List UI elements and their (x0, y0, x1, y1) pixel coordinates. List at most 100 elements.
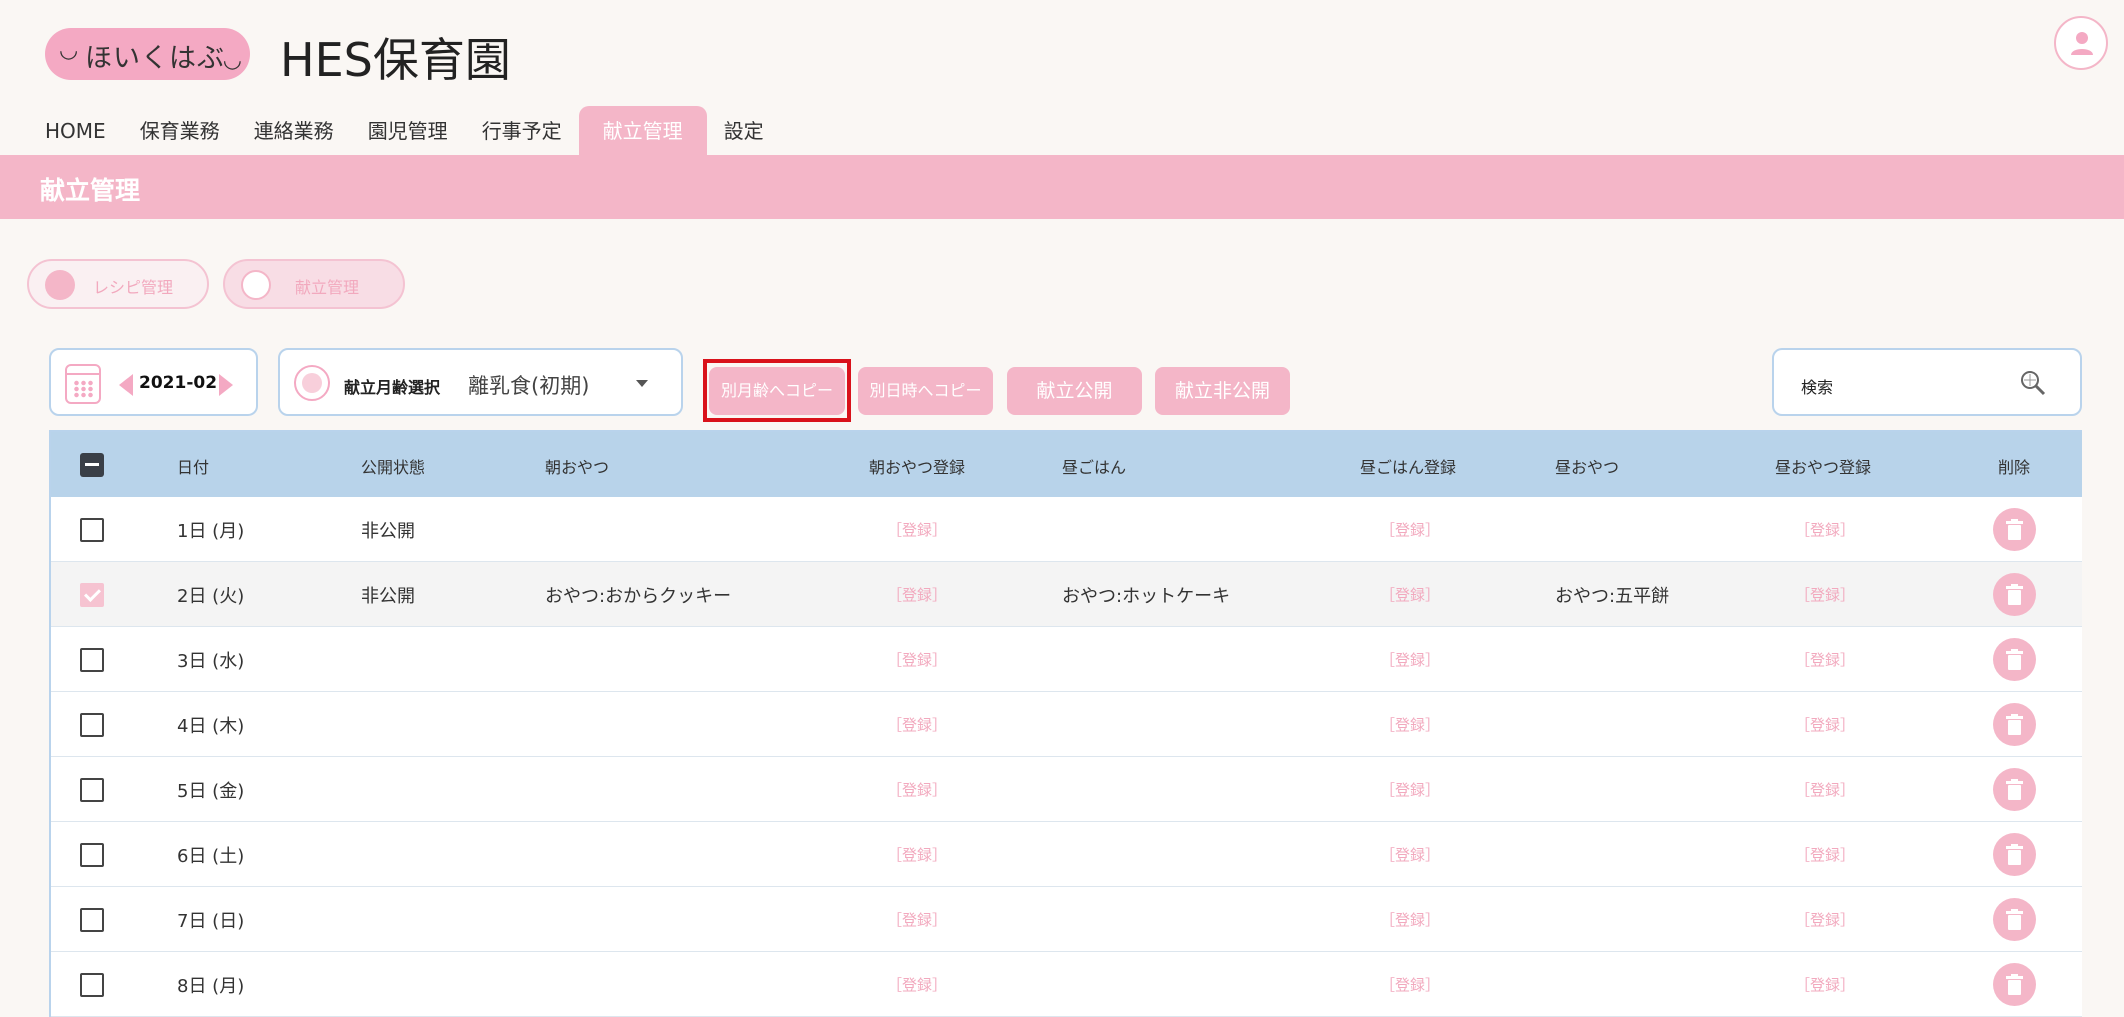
nav-childcare[interactable]: 保育業務 (123, 106, 237, 156)
pot-icon (45, 270, 75, 300)
nav-settings[interactable]: 設定 (707, 106, 781, 156)
table-row[interactable]: 5日 (金) ［登録］ ［登録］ ［登録］ (51, 757, 2082, 822)
table-row[interactable]: 3日 (水) ［登録］ ［登録］ ［登録］ (51, 627, 2082, 692)
prev-month-arrow-icon[interactable] (119, 374, 133, 396)
delete-button[interactable] (1993, 898, 2036, 941)
row-checkbox[interactable] (80, 908, 104, 932)
logo-text: ほいくはぶ (85, 43, 225, 74)
register-lunch-link[interactable]: ［登録］ (1380, 974, 1440, 995)
delete-button[interactable] (1993, 963, 2036, 1006)
cell-date: 5日 (金) (177, 781, 245, 802)
delete-button[interactable] (1993, 638, 2036, 681)
nav-home[interactable]: HOME (28, 106, 123, 156)
table-row[interactable]: 2日 (火) 非公開 おやつ:おからクッキー ［登録］ おやつ:ホットケーキ ［登録］ おや… (51, 562, 2082, 627)
register-lunch-link[interactable]: ［登録］ (1380, 584, 1440, 605)
copy-to-other-date-button[interactable]: 別日時へコピー (858, 367, 993, 415)
table-row[interactable]: 6日 (土) ［登録］ ［登録］ ［登録］ (51, 822, 2082, 887)
register-lunch-link[interactable]: ［登録］ (1380, 909, 1440, 930)
search-icon[interactable] (2020, 370, 2046, 396)
subtab-menu[interactable]: 献立管理 (223, 259, 405, 309)
nav-contact[interactable]: 連絡業務 (237, 106, 351, 156)
cell-lunch: おやつ:ホットケーキ (1062, 586, 1231, 607)
header-status: 公開状態 (361, 458, 426, 477)
subtab-label: レシピ管理 (93, 278, 174, 297)
delete-button[interactable] (1993, 833, 2036, 876)
trash-icon (2006, 844, 2023, 865)
row-checkbox[interactable] (80, 778, 104, 802)
row-checkbox[interactable] (80, 648, 104, 672)
trash-icon (2006, 909, 2023, 930)
table-row[interactable]: 8日 (月) ［登録］ ［登録］ ［登録］ (51, 952, 2082, 1017)
cell-date: 3日 (水) (177, 651, 245, 672)
subtab-recipe[interactable]: レシピ管理 (27, 259, 209, 309)
register-morning-snack-link[interactable]: ［登録］ (887, 974, 947, 995)
nav-events[interactable]: 行事予定 (465, 106, 579, 156)
logo-smile-icon: ◡ (59, 38, 79, 63)
search-box[interactable]: 検索 (1772, 348, 2082, 416)
trash-icon (2006, 974, 2023, 995)
table-row[interactable]: 7日 (日) ［登録］ ［登録］ ［登録］ (51, 887, 2082, 952)
row-checkbox[interactable] (80, 583, 104, 607)
select-all-checkbox[interactable] (80, 453, 104, 477)
page-title: 献立管理 (40, 176, 141, 205)
baby-face-icon (294, 365, 330, 401)
register-afternoon-snack-link[interactable]: ［登録］ (1795, 649, 1855, 670)
header-delete: 削除 (1998, 458, 2031, 477)
register-morning-snack-link[interactable]: ［登録］ (887, 649, 947, 670)
register-morning-snack-link[interactable]: ［登録］ (887, 909, 947, 930)
cell-date: 8日 (月) (177, 976, 245, 997)
register-morning-snack-link[interactable]: ［登録］ (887, 584, 947, 605)
register-lunch-link[interactable]: ［登録］ (1380, 844, 1440, 865)
cell-status: 非公開 (361, 521, 415, 542)
header-morning-snack: 朝おやつ (545, 458, 610, 477)
chevron-down-icon (636, 380, 648, 387)
register-lunch-link[interactable]: ［登録］ (1380, 714, 1440, 735)
header-date: 日付 (177, 458, 210, 477)
header-lunch-reg: 昼ごはん登録 (1360, 458, 1457, 477)
register-morning-snack-link[interactable]: ［登録］ (887, 519, 947, 540)
delete-button[interactable] (1993, 703, 2036, 746)
register-afternoon-snack-link[interactable]: ［登録］ (1795, 974, 1855, 995)
cell-afternoon-snack: おやつ:五平餅 (1555, 586, 1670, 607)
calendar-icon (65, 364, 101, 404)
cell-date: 2日 (火) (177, 586, 245, 607)
register-morning-snack-link[interactable]: ［登録］ (887, 714, 947, 735)
register-lunch-link[interactable]: ［登録］ (1380, 649, 1440, 670)
row-checkbox[interactable] (80, 843, 104, 867)
row-checkbox[interactable] (80, 713, 104, 737)
register-afternoon-snack-link[interactable]: ［登録］ (1795, 584, 1855, 605)
trash-icon (2006, 779, 2023, 800)
copy-to-other-age-button[interactable]: 別月齢へコピー (709, 367, 845, 415)
next-month-arrow-icon[interactable] (219, 374, 233, 396)
unpublish-menu-button[interactable]: 献立非公開 (1155, 367, 1290, 415)
month-selector: 2021-02 (49, 348, 258, 416)
month-value: 2021-02 (139, 373, 218, 393)
age-select[interactable]: 献立月齢選択 離乳食(初期) (278, 348, 683, 416)
register-morning-snack-link[interactable]: ［登録］ (887, 779, 947, 800)
register-afternoon-snack-link[interactable]: ［登録］ (1795, 844, 1855, 865)
user-avatar-button[interactable] (2054, 16, 2108, 70)
trash-icon (2006, 649, 2023, 670)
delete-button[interactable] (1993, 573, 2036, 616)
register-lunch-link[interactable]: ［登録］ (1380, 779, 1440, 800)
register-afternoon-snack-link[interactable]: ［登録］ (1795, 714, 1855, 735)
register-morning-snack-link[interactable]: ［登録］ (887, 844, 947, 865)
header-afternoon-snack-reg: 昼おやつ登録 (1775, 458, 1872, 477)
register-afternoon-snack-link[interactable]: ［登録］ (1795, 519, 1855, 540)
cell-date: 7日 (日) (177, 911, 245, 932)
register-afternoon-snack-link[interactable]: ［登録］ (1795, 909, 1855, 930)
cell-date: 4日 (木) (177, 716, 245, 737)
nav-children[interactable]: 園児管理 (351, 106, 465, 156)
row-checkbox[interactable] (80, 973, 104, 997)
subtab-label: 献立管理 (295, 278, 360, 297)
publish-menu-button[interactable]: 献立公開 (1007, 367, 1142, 415)
table-row[interactable]: 1日 (月) 非公開 ［登録］ ［登録］ ［登録］ (51, 497, 2082, 562)
delete-button[interactable] (1993, 768, 2036, 811)
cell-morning-snack: おやつ:おからクッキー (545, 586, 732, 607)
register-lunch-link[interactable]: ［登録］ (1380, 519, 1440, 540)
nav-menu-management[interactable]: 献立管理 (578, 106, 707, 156)
row-checkbox[interactable] (80, 518, 104, 542)
table-row[interactable]: 4日 (木) ［登録］ ［登録］ ［登録］ (51, 692, 2082, 757)
register-afternoon-snack-link[interactable]: ［登録］ (1795, 779, 1855, 800)
delete-button[interactable] (1993, 508, 2036, 551)
